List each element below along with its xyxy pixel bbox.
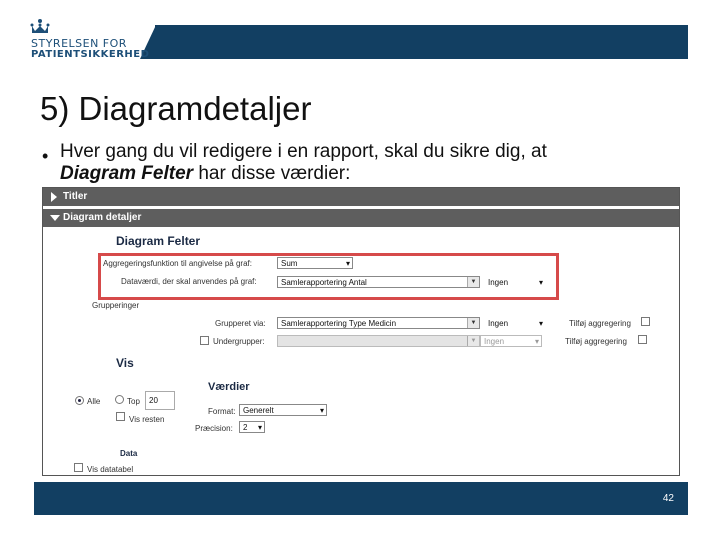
chevron-down-icon: ▾ (319, 406, 324, 415)
bullet-emphasis: Diagram Felter (60, 163, 194, 184)
collapse-arrow-icon (50, 215, 60, 221)
tilfoej-aggregering-checkbox-2[interactable] (638, 335, 647, 344)
vis-datatabel-checkbox[interactable] (74, 463, 83, 472)
section-titler-label: Titler (63, 191, 88, 202)
undergrupper-select[interactable]: ▼ (277, 335, 480, 347)
chevron-down-icon: ▾ (538, 319, 543, 328)
section-diagram-detaljer[interactable]: Diagram detaljer (43, 209, 679, 227)
bullet-text-line2: Diagram Felter har disse værdier: (60, 163, 350, 185)
chevron-down-icon: ▾ (534, 337, 539, 346)
slide-title: 5) Diagramdetaljer (40, 90, 312, 127)
undergrupper-second-value: Ingen (484, 337, 505, 346)
chevron-down-icon: ▼ (467, 318, 479, 328)
grupperet-value: Samlerapportering Type Medicin (281, 319, 397, 328)
crown-logo-icon (30, 18, 50, 36)
expand-arrow-icon (51, 192, 57, 202)
bullet-text-line1: Hver gang du vil redigere i en rapport, … (60, 141, 547, 162)
top-label: Top (127, 397, 140, 406)
section-diagram-detaljer-label: Diagram detaljer (63, 212, 142, 223)
chevron-down-icon: ▾ (257, 423, 262, 432)
data-heading: Data (120, 449, 138, 458)
grupperet-second-select[interactable]: Ingen ▾ (484, 317, 546, 329)
footer-band (34, 482, 688, 515)
format-select[interactable]: Generelt ▾ (239, 404, 327, 416)
grupperet-second-value: Ingen (488, 319, 509, 328)
praecision-select[interactable]: 2 ▾ (239, 421, 265, 433)
vaerdier-heading: Værdier (208, 381, 250, 393)
vis-resten-label: Vis resten (129, 415, 165, 424)
undergrupper-checkbox[interactable] (200, 336, 209, 345)
undergrupper-second-select[interactable]: Ingen ▾ (480, 335, 542, 347)
vis-resten-checkbox[interactable] (116, 412, 125, 421)
embedded-report-screenshot: Titler Diagram detaljer Diagram Felter A… (42, 187, 680, 476)
header-band (155, 25, 688, 59)
praecision-value: 2 (243, 423, 248, 432)
tilfoej-aggregering-label-1: Tilføj aggregering (569, 319, 631, 328)
grupperet-select[interactable]: Samlerapportering Type Medicin ▼ (277, 317, 480, 329)
grupperinger-label: Grupperinger (92, 301, 140, 310)
format-label: Format: (208, 407, 236, 416)
section-titler[interactable]: Titler (43, 188, 679, 206)
top-count-input[interactable]: 20 (145, 391, 175, 410)
alle-label: Alle (87, 397, 101, 406)
alle-radio[interactable] (75, 396, 84, 405)
grupperet-label: Grupperet via: (215, 319, 266, 328)
top-radio[interactable] (115, 395, 124, 404)
format-value: Generelt (243, 406, 274, 415)
bullet-text-rest: har disse værdier: (193, 163, 351, 184)
page-number: 42 (662, 493, 674, 504)
tilfoej-aggregering-checkbox-1[interactable] (641, 317, 650, 326)
vis-datatabel-label: Vis datatabel (87, 465, 134, 474)
chevron-down-icon: ▼ (467, 336, 479, 346)
logo-text-line2: PATIENTSIKKERHED (31, 49, 150, 60)
bullet-icon: • (42, 146, 49, 166)
diagram-felter-heading: Diagram Felter (116, 234, 201, 248)
tilfoej-aggregering-label-2: Tilføj aggregering (565, 337, 627, 346)
undergrupper-label: Undergrupper: (213, 337, 265, 346)
praecision-label: Præcision: (195, 424, 233, 433)
highlight-box (98, 253, 559, 300)
vis-heading: Vis (116, 356, 134, 370)
